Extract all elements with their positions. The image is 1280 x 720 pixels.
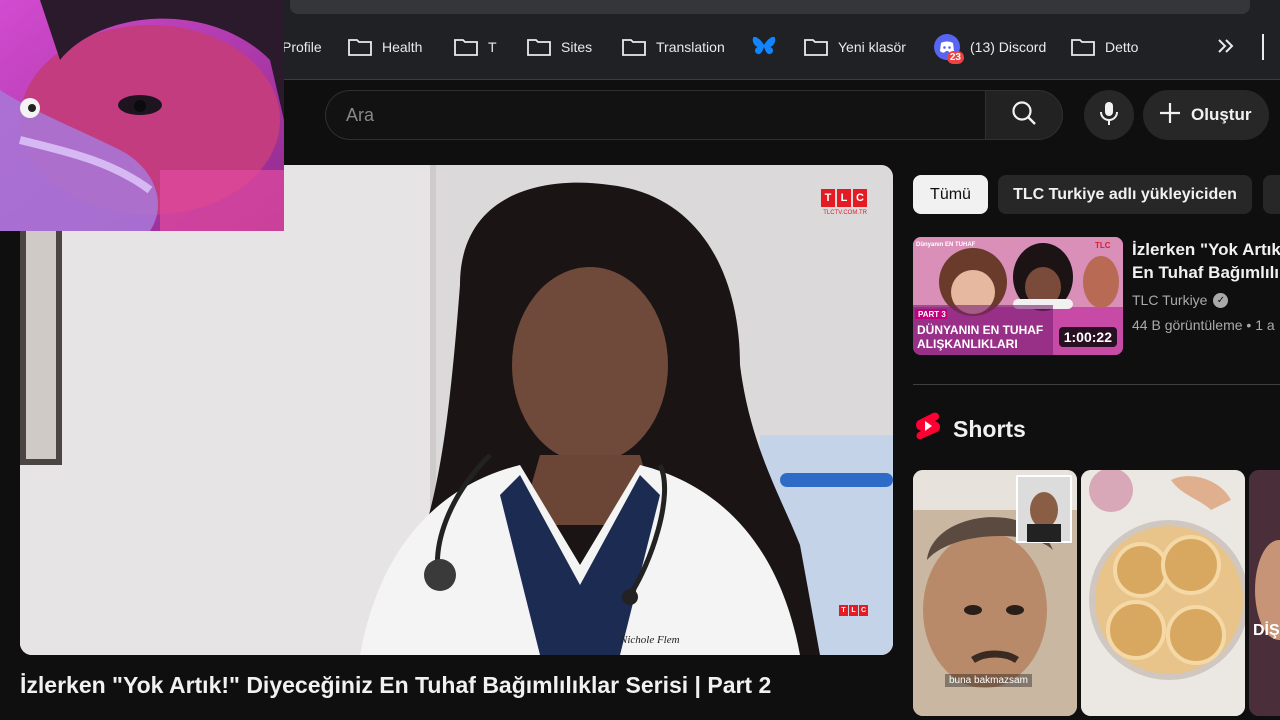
recommendation-title-line: En Tuhaf Bağımlılık — [1132, 263, 1280, 282]
recommendation-thumbnail[interactable]: PART 3 DÜNYANIN EN TUHAF ALIŞKANLIKLARI … — [913, 237, 1123, 355]
folder-icon — [1071, 38, 1095, 56]
bookmark-label: Health — [382, 39, 423, 55]
bookmark-translation[interactable]: Translation — [622, 34, 725, 60]
bookmark-health[interactable]: Health — [348, 34, 422, 60]
svg-text:TLC: TLC — [1095, 241, 1111, 250]
folder-icon — [527, 38, 551, 56]
bookmark-detto[interactable]: Detto — [1071, 34, 1138, 60]
toolbar-divider — [1262, 34, 1264, 60]
discord-icon: 23 — [934, 34, 964, 64]
chip-more[interactable] — [1263, 175, 1280, 214]
bookmark-profile[interactable]: Profile — [282, 34, 322, 60]
short-thumbnail — [1081, 470, 1245, 716]
recommendation-meta: 44 B görüntüleme • 1 a — [1132, 317, 1275, 333]
logo-letter: C — [853, 189, 867, 207]
tlc-logo: T L C — [821, 189, 867, 207]
bookmark-label: (13) Discord — [970, 39, 1047, 55]
recommendation-title[interactable]: İzlerken "Yok Artık! En Tuhaf Bağımlılık — [1132, 238, 1280, 284]
verified-check-icon: ✓ — [1213, 292, 1229, 308]
short-card[interactable] — [1081, 470, 1245, 716]
search-box — [325, 90, 985, 140]
double-chevron-right-icon[interactable] — [1216, 36, 1240, 58]
short-caption: buna bakmazsam — [945, 674, 1032, 687]
folder-icon — [622, 38, 646, 56]
chip-from-uploader[interactable]: TLC Turkiye adlı yükleyiciden — [998, 175, 1252, 214]
search-input[interactable] — [346, 104, 946, 126]
shorts-header: Shorts — [915, 411, 1026, 447]
short-card[interactable]: buna bakmazsam — [913, 470, 1077, 716]
chip-all[interactable]: Tümü — [913, 175, 988, 214]
notification-badge: 23 — [946, 51, 964, 64]
search-icon — [1010, 99, 1038, 132]
create-button[interactable]: Oluştur — [1143, 90, 1269, 140]
screen-root: Profile Health T Sites Translation Yeni … — [0, 0, 1280, 720]
tlc-url: TLCTV.COM.TR — [823, 210, 867, 216]
name-tag-text: Nichole Flem — [619, 634, 680, 646]
bookmark-yeni-klasor[interactable]: Yeni klasör — [804, 34, 906, 60]
short-caption: DİŞ — [1253, 622, 1280, 639]
bookmark-label: T — [488, 39, 497, 55]
bookmark-t[interactable]: T — [454, 34, 497, 60]
video-frame: Nichole Flem — [20, 165, 893, 655]
logo-letter: L — [837, 189, 851, 207]
section-divider — [913, 384, 1280, 385]
logo-letter: L — [849, 605, 858, 616]
bluesky-butterfly-icon — [751, 35, 777, 60]
search-button[interactable] — [985, 90, 1063, 140]
channel-name: TLC Turkiye — [1132, 292, 1208, 308]
short-thumbnail — [1249, 470, 1280, 716]
video-title: İzlerken "Yok Artık!" Diyeceğiniz En Tuh… — [20, 672, 772, 698]
svg-text:PART 3: PART 3 — [918, 310, 946, 319]
svg-text:DÜNYANIN EN TUHAF: DÜNYANIN EN TUHAF — [917, 322, 1043, 337]
bookmark-label: Sites — [561, 39, 593, 55]
bookmark-label: Detto — [1105, 39, 1139, 55]
browser-toolbar-strip — [290, 0, 1250, 14]
microphone-icon — [1098, 100, 1120, 131]
recommendation-title-line: İzlerken "Yok Artık! — [1132, 240, 1280, 259]
short-card[interactable]: DİŞ — [1249, 470, 1280, 716]
svg-text:Dünyanın EN TUHAF: Dünyanın EN TUHAF — [916, 242, 976, 248]
folder-icon — [804, 38, 828, 56]
webcam-overlay — [0, 0, 284, 231]
tlc-watermark: T L C — [839, 605, 868, 616]
bookmark-label: Profile — [282, 39, 322, 55]
logo-letter: C — [859, 605, 868, 616]
video-player[interactable]: Nichole Flem T L C TLCTV.COM.TR T L C — [20, 165, 893, 655]
folder-icon — [454, 38, 478, 56]
recommendation-channel[interactable]: TLC Turkiye ✓ — [1132, 292, 1229, 308]
svg-text:ALIŞKANLIKLARI: ALIŞKANLIKLARI — [917, 337, 1018, 351]
shorts-logo-icon — [915, 411, 941, 447]
logo-letter: T — [839, 605, 848, 616]
shorts-title: Shorts — [953, 415, 1026, 442]
bookmark-sites[interactable]: Sites — [527, 34, 592, 60]
logo-letter: T — [821, 189, 835, 207]
folder-icon — [348, 38, 372, 56]
bookmark-bluesky[interactable] — [751, 34, 777, 60]
voice-search-button[interactable] — [1084, 90, 1134, 140]
create-label: Oluştur — [1191, 105, 1252, 124]
plus-icon — [1157, 100, 1183, 131]
bookmark-label: Translation — [656, 39, 725, 55]
duration-badge: 1:00:22 — [1058, 327, 1117, 347]
bookmark-discord[interactable]: 23 (13) Discord — [934, 34, 1047, 64]
webcam-feed — [0, 0, 284, 231]
bookmark-label: Yeni klasör — [838, 39, 906, 55]
